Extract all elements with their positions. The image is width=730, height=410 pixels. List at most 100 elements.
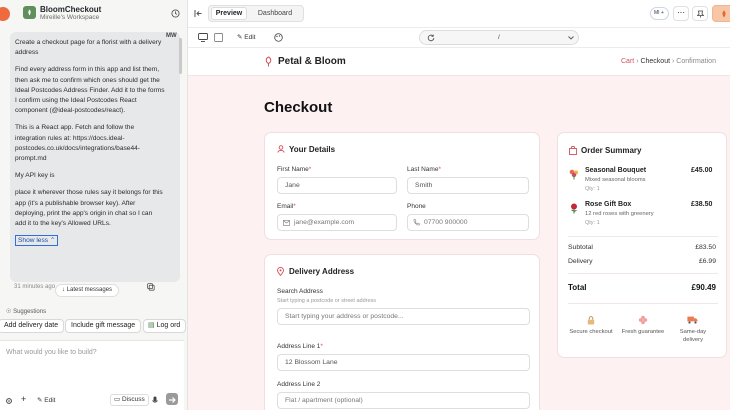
site-header: Petal & Bloom Cart › Checkout › Confirma… [188, 48, 730, 76]
order-summary-title: Order Summary [581, 146, 642, 155]
app-logo-icon[interactable] [0, 7, 10, 21]
delivery-title: Delivery Address [289, 267, 355, 276]
add-icon[interactable]: + [21, 394, 26, 404]
order-summary-card: Order Summary Seasonal Bouquet Mixed sea… [557, 132, 727, 358]
flower-icon [638, 315, 648, 325]
publish-button[interactable] [712, 5, 730, 22]
first-name-field[interactable]: Jane [277, 177, 397, 194]
rose-box-thumbnail [568, 201, 580, 214]
search-address-hint: Start typing a postcode or street addres… [277, 298, 377, 304]
item-description: Mixed seasonal blooms [585, 177, 646, 183]
show-less-button[interactable]: Show less ⌃ [15, 235, 59, 247]
phone-placeholder: 07700 900000 [424, 219, 468, 226]
address-line1-label-text: Address Line 1 [277, 343, 321, 350]
suggestion-chip[interactable]: ▤ Log ord [143, 319, 187, 333]
collapse-sidebar-icon[interactable] [194, 9, 203, 18]
lock-icon [587, 316, 595, 325]
delivery-card: Delivery Address Search Address Start ty… [264, 254, 540, 410]
publish-settings-button[interactable] [692, 6, 708, 21]
history-icon[interactable] [171, 9, 180, 18]
total-label: Total [568, 283, 587, 292]
chat-bubble-icon: ▭ [114, 396, 121, 403]
user-icon [277, 145, 285, 153]
lightbulb-icon: ☉ [6, 309, 12, 315]
first-name-label-text: First Name [277, 166, 309, 173]
top-bar: Preview Dashboard MI + ⋯ [188, 0, 730, 28]
document-icon: ▤ [148, 322, 155, 329]
map-pin-icon [277, 267, 284, 276]
copy-icon[interactable] [147, 283, 155, 291]
mobile-view-icon[interactable] [214, 33, 223, 42]
first-name-label: First Name* [277, 166, 312, 173]
workspace-name: Mireille's Workspace [40, 14, 100, 21]
address-line2-label: Address Line 2 [277, 381, 321, 388]
more-options-button[interactable]: ⋯ [673, 6, 689, 21]
last-name-label-text: Last Name [407, 166, 439, 173]
url-bar[interactable]: / [419, 30, 579, 45]
secure-checkout-label: Secure checkout [569, 329, 613, 335]
item-name: Rose Gift Box [585, 201, 632, 208]
suggestion-chip-label: Log ord [156, 322, 181, 329]
microphone-icon[interactable] [152, 396, 158, 405]
user-message: Create a checkout page for a florist wit… [10, 32, 180, 282]
email-label: Email* [277, 203, 296, 210]
address-line1-label: Address Line 1* [277, 343, 323, 350]
discuss-label: Discuss [121, 396, 145, 403]
chat-scrollbar[interactable] [179, 38, 182, 74]
divider [568, 236, 718, 237]
arrow-right-icon [169, 397, 176, 403]
latest-messages-button[interactable]: ↓ Latest messages [55, 284, 120, 297]
breadcrumb-cart[interactable]: Cart [621, 58, 634, 65]
visual-edit-button[interactable]: ✎ Edit [237, 33, 255, 41]
app-window: BloomCheckout Mireille's Workspace Creat… [0, 0, 730, 410]
email-label-text: Email [277, 203, 294, 210]
item-quantity: Qty: 1 [585, 220, 600, 226]
address-line1-field[interactable]: 12 Blossom Lane [277, 354, 530, 371]
phone-field[interactable]: 07700 900000 [407, 214, 529, 231]
delivery-label: delivery [683, 337, 703, 343]
arrow-down-icon: ↓ [62, 287, 65, 293]
delivery-fee-value: £6.99 [698, 258, 716, 265]
edit-label: Edit [44, 397, 56, 404]
address-search-input[interactable]: Start typing your address or postcode... [277, 308, 530, 325]
project-title[interactable]: BloomCheckout [40, 5, 101, 14]
suggestion-chip[interactable]: Include gift message [65, 319, 142, 333]
site-brand[interactable]: Petal & Bloom [278, 56, 346, 67]
collaborator-avatar[interactable]: MI + [650, 7, 669, 20]
last-name-label: Last Name* [407, 166, 441, 173]
chevron-up-icon: ⌃ [49, 237, 56, 245]
address-line2-field[interactable]: Flat / apartment (optional) [277, 392, 530, 409]
chevron-down-icon[interactable] [568, 36, 574, 40]
project-icon[interactable] [23, 6, 36, 19]
avatar-initials: MI [654, 10, 660, 16]
refresh-icon[interactable] [427, 34, 435, 42]
palette-icon[interactable] [274, 33, 283, 42]
tab-preview[interactable]: Preview [211, 7, 247, 20]
user-message-text: Create a checkout page for a florist wit… [15, 38, 165, 247]
breadcrumb: Cart › Checkout › Confirmation [621, 58, 716, 65]
discuss-button[interactable]: ▭ Discuss [110, 394, 149, 406]
chat-input[interactable]: What would you like to build? [6, 349, 97, 356]
send-button[interactable] [166, 393, 178, 405]
add-icon: + [660, 10, 664, 16]
message-paragraph: My API key is [15, 172, 55, 180]
preview-toolbar: ✎ Edit / [188, 28, 730, 48]
settings-icon[interactable] [5, 397, 13, 405]
url-path: / [498, 34, 500, 41]
message-paragraph: Find every address form in this app and … [15, 66, 165, 115]
message-paragraph: Create a checkout page for a florist wit… [15, 39, 162, 57]
suggestions-label: ☉ Suggestions [6, 308, 46, 315]
phone-icon [413, 219, 420, 226]
phone-label: Phone [407, 203, 426, 210]
last-name-field[interactable]: Smith [407, 177, 529, 194]
message-paragraph: This is a React app. Fetch and follow th… [15, 124, 140, 163]
tab-dashboard[interactable]: Dashboard [251, 7, 299, 20]
chat-panel: BloomCheckout Mireille's Workspace Creat… [0, 0, 188, 410]
suggestion-chip[interactable]: Add delivery date [0, 319, 65, 333]
email-field[interactable]: jane@example.com [277, 214, 397, 231]
visual-edit-label: Edit [244, 34, 256, 41]
rocket-icon [722, 10, 726, 18]
desktop-view-icon[interactable] [198, 33, 208, 42]
edit-button[interactable]: ✎ Edit [37, 396, 55, 404]
item-price: £45.00 [691, 167, 713, 174]
